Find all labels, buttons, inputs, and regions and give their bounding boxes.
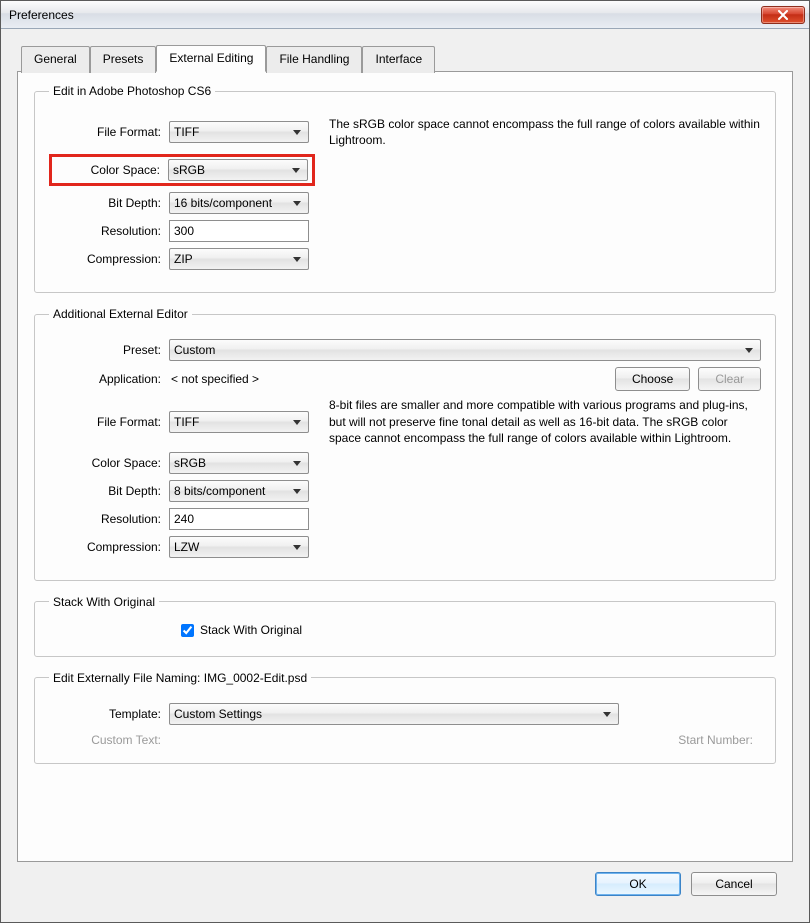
row-file-format-2: File Format: TIFF 8-bit files are smalle… — [49, 397, 761, 446]
label-custom-text: Custom Text: — [49, 733, 169, 747]
label-resolution-2: Resolution: — [49, 512, 169, 526]
select-color-space-1[interactable]: sRGB — [168, 159, 308, 181]
select-file-format-2[interactable]: TIFF — [169, 411, 309, 433]
row-bit-depth-2: Bit Depth: 8 bits/component — [49, 480, 761, 502]
group-file-naming: Edit Externally File Naming: IMG_0002-Ed… — [34, 671, 776, 764]
row-resolution-2: Resolution: — [49, 508, 761, 530]
row-application: Application: < not specified > Choose Cl… — [49, 367, 761, 391]
label-color-space-2: Color Space: — [49, 456, 169, 470]
row-stack-checkbox: Stack With Original — [177, 621, 761, 640]
dialog-footer: OK Cancel — [17, 862, 793, 906]
label-file-format-2: File Format: — [49, 415, 169, 429]
tab-file-handling[interactable]: File Handling — [266, 46, 362, 73]
select-bit-depth-2[interactable]: 8 bits/component — [169, 480, 309, 502]
titlebar: Preferences — [1, 1, 809, 29]
row-resolution-1: Resolution: — [49, 220, 761, 242]
select-color-space-2[interactable]: sRGB — [169, 452, 309, 474]
group-legend-photoshop: Edit in Adobe Photoshop CS6 — [49, 84, 215, 98]
row-bit-depth-1: Bit Depth: 16 bits/component — [49, 192, 761, 214]
row-preset: Preset: Custom — [49, 339, 761, 361]
checkbox-stack-with-original[interactable] — [181, 624, 194, 637]
label-color-space-1: Color Space: — [56, 163, 168, 177]
naming-filename: IMG_0002-Edit.psd — [204, 671, 307, 685]
label-file-format-1: File Format: — [49, 125, 169, 139]
tab-panel-external-editing: Edit in Adobe Photoshop CS6 File Format:… — [17, 71, 793, 862]
row-file-format-1: File Format: TIFF The sRGB color space c… — [49, 116, 761, 148]
group-edit-in-photoshop: Edit in Adobe Photoshop CS6 File Format:… — [34, 84, 776, 293]
tab-external-editing[interactable]: External Editing — [156, 45, 266, 72]
label-start-number: Start Number: — [405, 733, 761, 747]
row-template: Template: Custom Settings — [49, 703, 761, 725]
label-compression-2: Compression: — [49, 540, 169, 554]
row-color-space-2: Color Space: sRGB — [49, 452, 761, 474]
group-legend-stack: Stack With Original — [49, 595, 159, 609]
tab-general[interactable]: General — [21, 46, 90, 73]
info-text-1: The sRGB color space cannot encompass th… — [309, 116, 761, 148]
input-resolution-2[interactable] — [169, 508, 309, 530]
label-compression-1: Compression: — [49, 252, 169, 266]
group-stack-with-original: Stack With Original Stack With Original — [34, 595, 776, 657]
select-preset[interactable]: Custom — [169, 339, 761, 361]
info-text-2: 8-bit files are smaller and more compati… — [309, 397, 761, 446]
select-bit-depth-1[interactable]: 16 bits/component — [169, 192, 309, 214]
application-value: < not specified > — [169, 372, 615, 386]
tab-interface[interactable]: Interface — [362, 46, 435, 73]
highlight-color-space: Color Space: sRGB — [49, 154, 315, 186]
label-application: Application: — [49, 372, 169, 386]
row-color-space-1: Color Space: sRGB — [49, 154, 761, 186]
row-compression-1: Compression: ZIP — [49, 248, 761, 270]
group-additional-editor: Additional External Editor Preset: Custo… — [34, 307, 776, 581]
clear-button[interactable]: Clear — [698, 367, 761, 391]
tab-presets[interactable]: Presets — [90, 46, 157, 73]
tab-row: General Presets External Editing File Ha… — [17, 45, 793, 72]
select-template[interactable]: Custom Settings — [169, 703, 619, 725]
label-resolution-1: Resolution: — [49, 224, 169, 238]
group-legend-additional: Additional External Editor — [49, 307, 192, 321]
label-template: Template: — [49, 707, 169, 721]
close-button[interactable] — [761, 6, 805, 24]
group-legend-naming: Edit Externally File Naming: IMG_0002-Ed… — [49, 671, 311, 685]
row-custom-start: Custom Text: Start Number: — [49, 733, 761, 747]
select-compression-1[interactable]: ZIP — [169, 248, 309, 270]
checkbox-label-stack: Stack With Original — [200, 623, 302, 637]
label-bit-depth-1: Bit Depth: — [49, 196, 169, 210]
label-bit-depth-2: Bit Depth: — [49, 484, 169, 498]
window-title: Preferences — [5, 8, 761, 22]
select-file-format-1[interactable]: TIFF — [169, 121, 309, 143]
choose-button[interactable]: Choose — [615, 367, 690, 391]
label-preset: Preset: — [49, 343, 169, 357]
naming-legend-prefix: Edit Externally File Naming: — [53, 671, 200, 685]
dialog-body: General Presets External Editing File Ha… — [1, 29, 809, 922]
preferences-window: Preferences General Presets External Edi… — [0, 0, 810, 923]
cancel-button[interactable]: Cancel — [691, 872, 777, 896]
close-icon — [777, 10, 789, 20]
input-resolution-1[interactable] — [169, 220, 309, 242]
select-compression-2[interactable]: LZW — [169, 536, 309, 558]
row-compression-2: Compression: LZW — [49, 536, 761, 558]
ok-button[interactable]: OK — [595, 872, 681, 896]
